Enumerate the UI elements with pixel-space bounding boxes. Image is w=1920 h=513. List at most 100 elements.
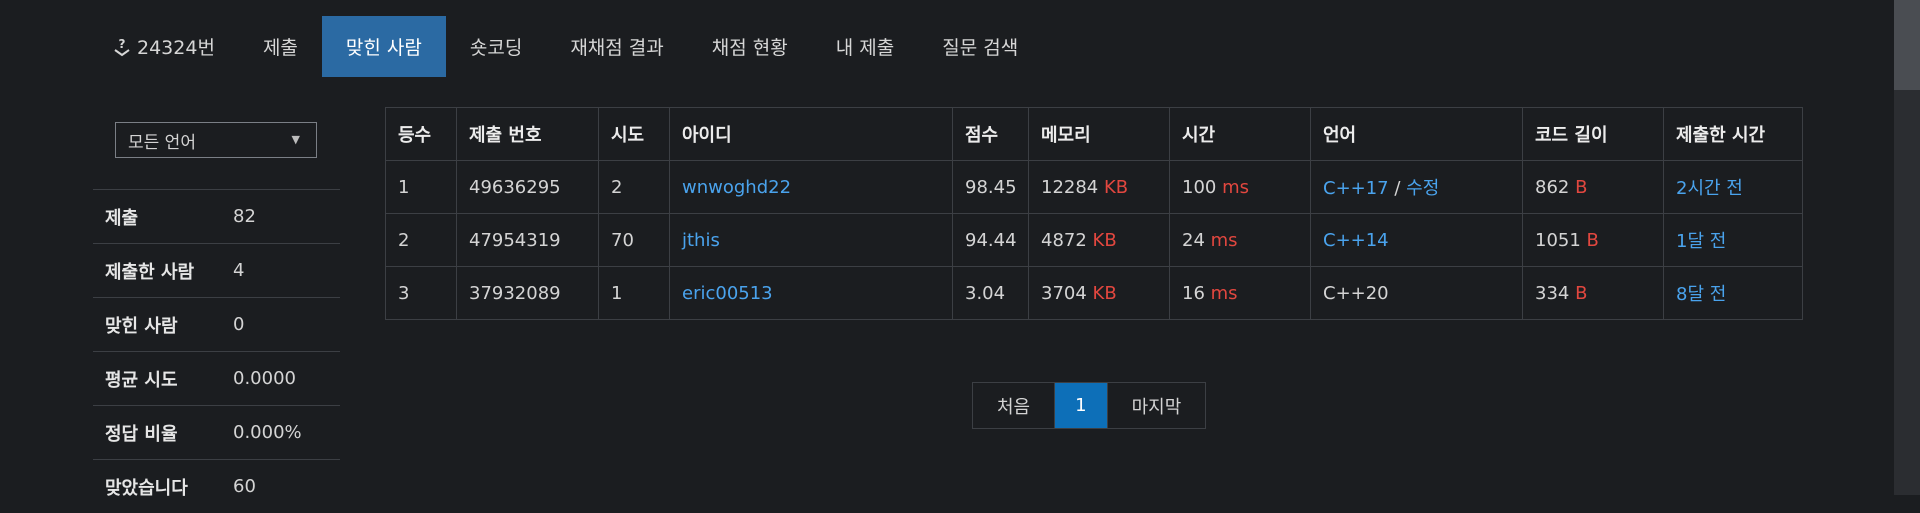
stat-label: 맞힌 사람 bbox=[93, 298, 233, 352]
time-value: 24 bbox=[1182, 230, 1205, 251]
code-length-cell: 862 B bbox=[1523, 161, 1664, 214]
stat-row: 맞힌 사람0 bbox=[93, 298, 340, 352]
edit-link[interactable]: 수정 bbox=[1406, 178, 1439, 199]
ranking-table: 등수제출 번호시도아이디점수메모리시간언어코드 길이제출한 시간 1496362… bbox=[385, 107, 1803, 320]
language-select-value: 모든 언어 bbox=[128, 128, 196, 153]
submitted-time-cell: 1달 전 bbox=[1664, 214, 1803, 267]
stat-value[interactable]: 82 bbox=[233, 190, 340, 244]
tab-short-coding[interactable]: 숏코딩 bbox=[446, 16, 546, 77]
stat-label: 제출한 사람 bbox=[93, 244, 233, 298]
memory-cell: 4872 KB bbox=[1029, 214, 1170, 267]
column-header: 점수 bbox=[953, 108, 1029, 161]
column-header: 메모리 bbox=[1029, 108, 1170, 161]
memory-cell: 12284 KB bbox=[1029, 161, 1170, 214]
code-length-value: 862 bbox=[1535, 177, 1569, 198]
stat-label: 제출 bbox=[93, 190, 233, 244]
language-link[interactable]: C++14 bbox=[1323, 230, 1389, 251]
tab-ranking[interactable]: 맞힌 사람 bbox=[322, 16, 446, 77]
stat-value: 4 bbox=[233, 244, 340, 298]
language-link[interactable]: C++17 bbox=[1323, 178, 1389, 199]
memory-value: 12284 bbox=[1041, 177, 1098, 198]
memory-unit: KB bbox=[1093, 230, 1117, 251]
code-length-value: 1051 bbox=[1535, 230, 1581, 251]
memory-cell: 3704 KB bbox=[1029, 267, 1170, 320]
tab-rejudge-result[interactable]: 재채점 결과 bbox=[546, 16, 687, 77]
svg-text:?: ? bbox=[119, 37, 126, 51]
language-link: C++20 bbox=[1323, 283, 1389, 304]
rank-cell: 1 bbox=[386, 161, 457, 214]
scrollbar-thumb[interactable] bbox=[1894, 0, 1920, 90]
user-id-cell: eric00513 bbox=[670, 267, 953, 320]
user-id-cell: jthis bbox=[670, 214, 953, 267]
column-header: 아이디 bbox=[670, 108, 953, 161]
time-value: 100 bbox=[1182, 177, 1216, 198]
attempts-cell: 1 bbox=[599, 267, 670, 320]
page-first-button[interactable]: 처음 bbox=[973, 383, 1054, 428]
stat-label: 맞았습니다 bbox=[93, 460, 233, 513]
score-cell: 94.44 bbox=[953, 214, 1029, 267]
stat-label: 정답 비율 bbox=[93, 406, 233, 460]
column-header: 제출 번호 bbox=[457, 108, 599, 161]
user-link[interactable]: wnwoghd22 bbox=[682, 177, 791, 198]
language-cell: C++14 bbox=[1311, 214, 1523, 267]
time-value: 16 bbox=[1182, 283, 1205, 304]
stat-row: 평균 시도0.0000 bbox=[93, 352, 340, 406]
time-cell: 100 ms bbox=[1170, 161, 1311, 214]
submitted-time-link[interactable]: 1달 전 bbox=[1676, 231, 1726, 252]
stat-label: 평균 시도 bbox=[93, 352, 233, 406]
tab-judge-status[interactable]: 채점 현황 bbox=[688, 16, 812, 77]
stat-value[interactable]: 60 bbox=[233, 460, 340, 513]
user-link[interactable]: eric00513 bbox=[682, 283, 773, 304]
time-cell: 16 ms bbox=[1170, 267, 1311, 320]
submitted-time-cell: 2시간 전 bbox=[1664, 161, 1803, 214]
tab-status[interactable]: 제출 bbox=[239, 16, 322, 77]
tab-problem[interactable]: ? 24324번 bbox=[93, 16, 239, 77]
stat-value: 0.0000 bbox=[233, 352, 340, 406]
attempts-cell: 70 bbox=[599, 214, 670, 267]
submission-id-cell: 49636295 bbox=[457, 161, 599, 214]
rank-cell: 3 bbox=[386, 267, 457, 320]
problem-nav-tabs: ? 24324번 제출 맞힌 사람 숏코딩 재채점 결과 채점 현황 내 제출 … bbox=[93, 16, 1042, 77]
question-badge-icon: ? bbox=[113, 37, 131, 57]
memory-value: 3704 bbox=[1041, 283, 1087, 304]
score-cell: 3.04 bbox=[953, 267, 1029, 320]
tab-problem-label: 24324번 bbox=[137, 33, 215, 60]
stat-row: 맞았습니다60 bbox=[93, 460, 340, 513]
time-cell: 24 ms bbox=[1170, 214, 1311, 267]
submitted-time-cell: 8달 전 bbox=[1664, 267, 1803, 320]
column-header: 시간 bbox=[1170, 108, 1311, 161]
column-header: 제출한 시간 bbox=[1664, 108, 1803, 161]
language-select[interactable]: 모든 언어 ▼ bbox=[115, 122, 317, 158]
code-length-cell: 334 B bbox=[1523, 267, 1664, 320]
stat-row: 정답 비율0.000% bbox=[93, 406, 340, 460]
stat-value: 0.000% bbox=[233, 406, 340, 460]
tab-question-search[interactable]: 질문 검색 bbox=[918, 16, 1042, 77]
problem-stats-table: 제출82제출한 사람4맞힌 사람0평균 시도0.0000정답 비율0.000%맞… bbox=[93, 189, 340, 513]
language-cell: C++17 / 수정 bbox=[1311, 161, 1523, 214]
code-length-value: 334 bbox=[1535, 283, 1569, 304]
code-length-unit: B bbox=[1575, 283, 1587, 304]
scrollbar-track[interactable] bbox=[1894, 0, 1920, 495]
tab-my-submissions[interactable]: 내 제출 bbox=[812, 16, 918, 77]
table-row: 1496362952wnwoghd2298.4512284 KB100 msC+… bbox=[386, 161, 1803, 214]
submitted-time-link[interactable]: 8달 전 bbox=[1676, 284, 1726, 305]
stat-row: 제출82 bbox=[93, 190, 340, 244]
code-length-unit: B bbox=[1587, 230, 1599, 251]
memory-value: 4872 bbox=[1041, 230, 1087, 251]
table-row: 24795431970jthis94.444872 KB24 msC++1410… bbox=[386, 214, 1803, 267]
score-cell: 98.45 bbox=[953, 161, 1029, 214]
attempts-cell: 2 bbox=[599, 161, 670, 214]
user-link[interactable]: jthis bbox=[682, 230, 720, 251]
column-header: 시도 bbox=[599, 108, 670, 161]
page-current-button[interactable]: 1 bbox=[1054, 383, 1106, 428]
pagination: 처음 1 마지막 bbox=[972, 382, 1206, 429]
stat-value: 0 bbox=[233, 298, 340, 352]
column-header: 코드 길이 bbox=[1523, 108, 1664, 161]
submitted-time-link[interactable]: 2시간 전 bbox=[1676, 178, 1743, 199]
memory-unit: KB bbox=[1104, 177, 1128, 198]
submission-id-cell: 37932089 bbox=[457, 267, 599, 320]
table-row: 3379320891 eric00513 3.043704 KB16 ms C++20… bbox=[386, 267, 1803, 320]
time-unit: ms bbox=[1211, 230, 1238, 251]
page-last-button[interactable]: 마지막 bbox=[1107, 383, 1206, 428]
time-unit: ms bbox=[1222, 177, 1249, 198]
